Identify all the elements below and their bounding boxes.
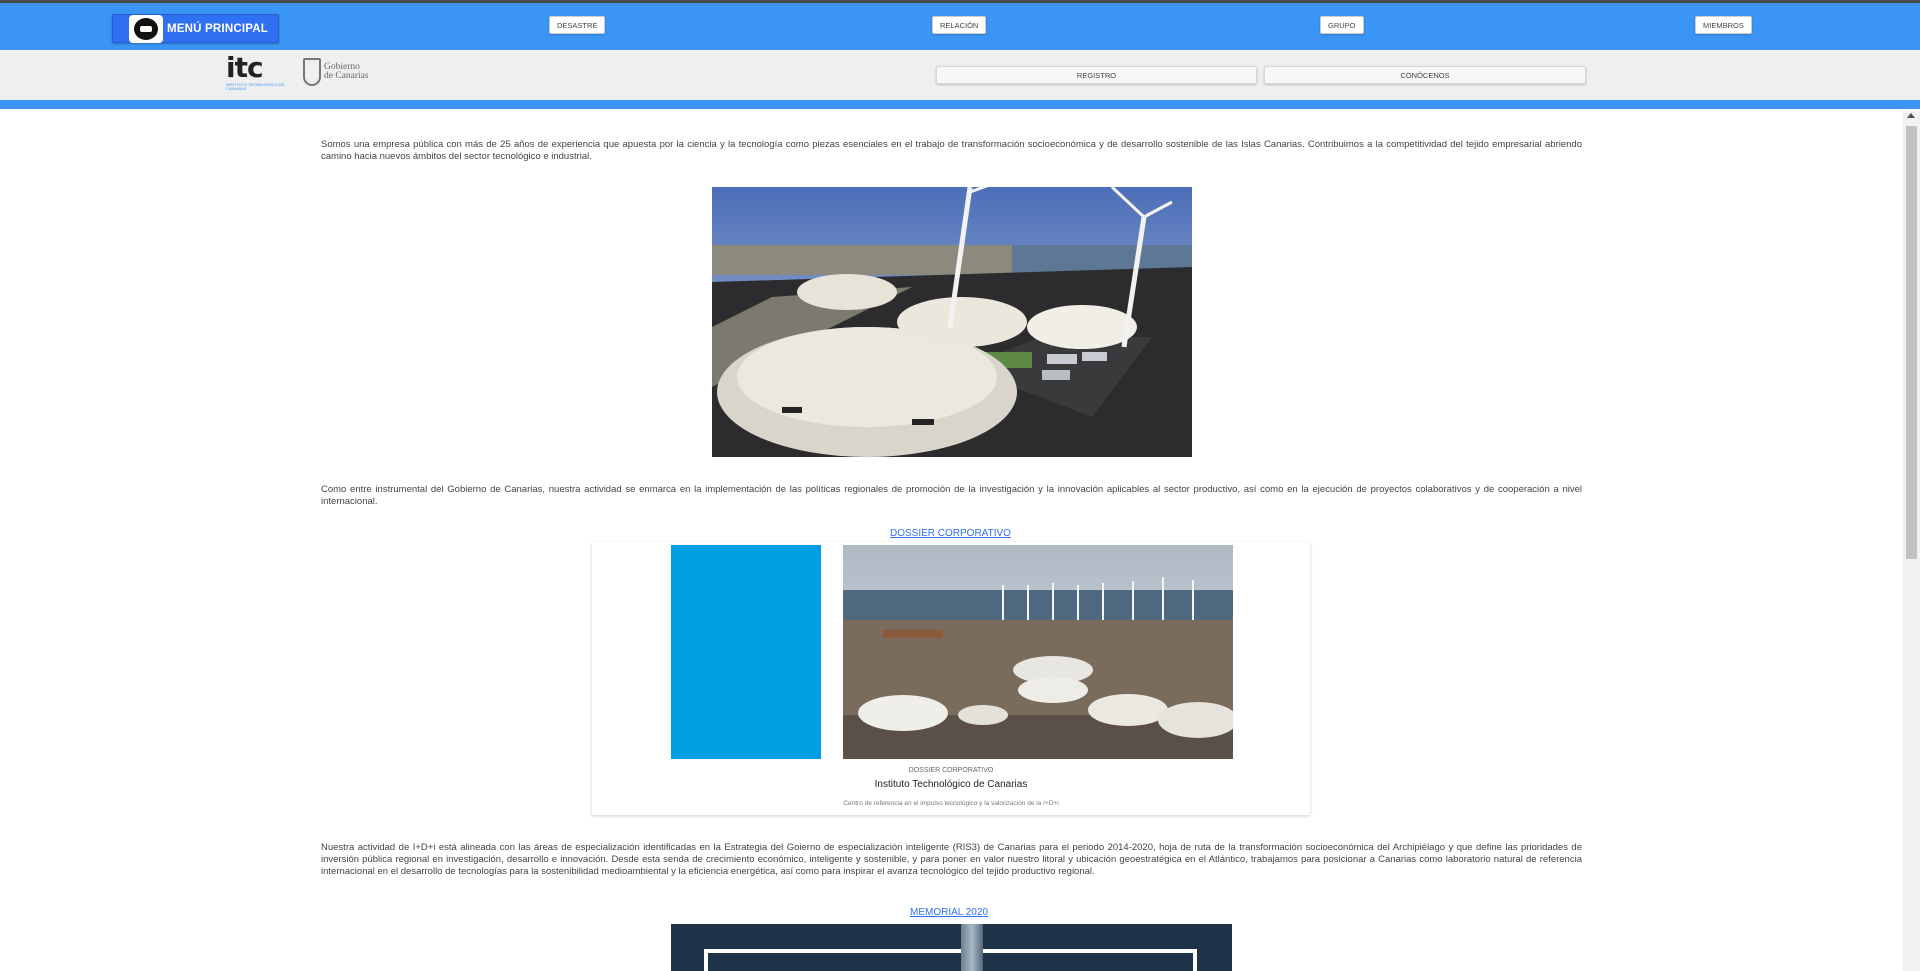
itc-facility-photo [712, 187, 1192, 457]
site-logo-icon [129, 14, 163, 43]
second-paragraph: Como entre instrumental del Gobierno de … [321, 484, 1582, 507]
card-kicker: DOSSIER CORPORATIVO [908, 767, 994, 774]
gobierno-canarias-logo: Gobierno de Canarias [303, 58, 369, 86]
card-description: Centro de referencia en el impulso tecno… [843, 800, 1059, 807]
main-menu-button[interactable]: MENÚ PRINCIPAL [112, 14, 279, 43]
gob-logo-line2: de Canarias [324, 71, 369, 81]
header-divider-strip [0, 100, 1920, 109]
main-menu-label: MENÚ PRINCIPAL [167, 22, 268, 35]
nav-button-desastre[interactable]: DESASTRE [549, 16, 606, 34]
card-title: Instituto Technológico de Canarias [874, 779, 1028, 790]
nav-button-grupo[interactable]: GRUPO [1320, 16, 1364, 34]
registro-button[interactable]: REGISTRO [936, 66, 1257, 84]
coat-of-arms-icon [303, 58, 321, 86]
nav-button-miembros[interactable]: MIEMBROS [1695, 16, 1752, 34]
top-navbar: MENÚ PRINCIPAL DESASTRE RELACIÓN GRUPO M… [0, 0, 1920, 50]
itc-logo-text: itc [226, 51, 264, 84]
memorial-2020-link[interactable]: MEMORIAL 2020 [910, 907, 988, 918]
third-paragraph: Nuestra actividad de I+D+i está alineada… [321, 842, 1582, 877]
scroll-up-arrow-icon[interactable] [1907, 113, 1915, 118]
wind-farm-photo [843, 545, 1233, 759]
itc-logo: itc INSTITUTO TECNOLÓGICO DE CANARIAS [226, 54, 292, 96]
conocenos-button[interactable]: CONÓCENOS [1264, 66, 1586, 84]
memorial-cover-image [671, 924, 1232, 971]
dossier-corporativo-link[interactable]: DOSSIER CORPORATIVO [890, 528, 1011, 539]
itc-logo-subtitle: INSTITUTO TECNOLÓGICO DE CANARIAS [226, 82, 285, 91]
nav-button-relacion[interactable]: RELACIÓN [932, 16, 987, 34]
intro-paragraph: Somos una empresa pública con más de 25 … [321, 139, 1582, 162]
dossier-cover-image [671, 545, 821, 759]
scrollbar-thumb[interactable] [1906, 126, 1917, 559]
